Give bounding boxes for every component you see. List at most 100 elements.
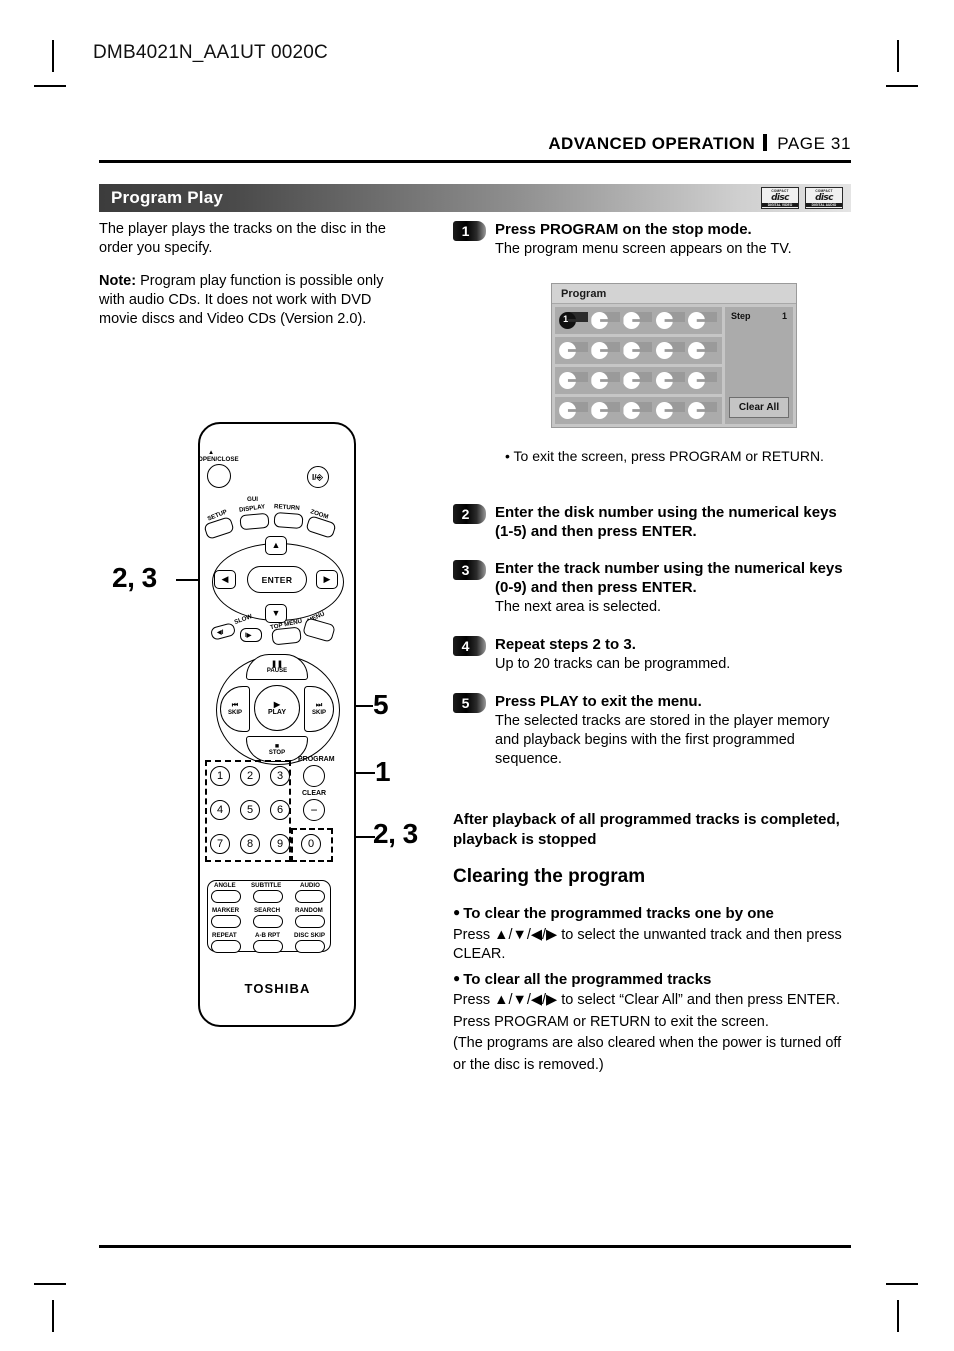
section-title: ADVANCED OPERATION (548, 134, 756, 153)
program-cell[interactable] (623, 370, 653, 391)
program-cell[interactable] (591, 370, 621, 391)
program-cell-number: 1 (563, 314, 569, 324)
power-icon: I/⎆ (312, 473, 323, 482)
subtitle-label: SUBTITLE (251, 882, 282, 889)
step-4: 4 Repeat steps 2 to 3. Up to 20 tracks c… (453, 635, 851, 674)
cd-audio-logo-bottom: DIGITAL AUDIO (806, 203, 842, 207)
ab-rpt-button[interactable] (253, 940, 283, 953)
callout-program: 1 (375, 756, 391, 787)
play-button[interactable]: ▶ PLAY (254, 685, 300, 731)
pause-label: PAUSE (266, 668, 288, 674)
program-cell[interactable] (623, 310, 653, 331)
clear-button[interactable]: − (303, 799, 325, 821)
clear-all-button[interactable]: Clear All (729, 397, 789, 418)
clear-label: CLEAR (302, 790, 327, 797)
program-cell-selected[interactable]: 1 (559, 310, 589, 331)
callout-enter: 2, 3 (112, 562, 157, 593)
subtitle-button[interactable] (253, 890, 283, 903)
keypad-highlight-zero (291, 828, 333, 862)
page-number-label: PAGE 31 (777, 134, 851, 153)
bullet-dot-icon: ● (453, 905, 461, 919)
search-button[interactable] (253, 915, 283, 928)
step-4-title: Repeat steps 2 to 3. (495, 636, 636, 653)
top-menu-button[interactable] (271, 626, 302, 646)
program-cell[interactable] (687, 340, 718, 361)
skip-back-icon: ⏮ (231, 702, 239, 709)
step-2: 2 Enter the disk number using the numeri… (453, 503, 851, 541)
cd-video-logo: COMPACT disc DIGITAL VIDEO (761, 187, 799, 209)
page-title: Program Play (111, 188, 224, 207)
program-cell[interactable] (591, 340, 621, 361)
program-button[interactable] (303, 765, 325, 787)
program-cell[interactable] (655, 310, 686, 331)
crop-mark-top-right-h (886, 85, 918, 87)
angle-label: ANGLE (214, 882, 236, 889)
step-1-body: The program menu screen appears on the T… (495, 241, 792, 257)
step-3-title: Enter the track number using the numeric… (495, 560, 843, 596)
random-button[interactable] (295, 915, 325, 928)
pause-icon: ❚❚ (271, 661, 283, 668)
program-cell[interactable] (591, 310, 621, 331)
program-cell[interactable] (623, 400, 653, 421)
program-cell[interactable] (687, 370, 718, 391)
open-close-button[interactable] (207, 464, 231, 488)
program-menu-body: 1 Step 1 Clear All (552, 304, 796, 427)
dpad-up-button[interactable]: ▲ (265, 536, 287, 555)
search-label: SEARCH (254, 907, 281, 914)
program-cell[interactable] (655, 370, 686, 391)
program-track-grid: 1 (555, 307, 722, 424)
marker-button[interactable] (211, 915, 241, 928)
skip-forward-label: SKIP (311, 710, 326, 716)
repeat-button[interactable] (211, 940, 241, 953)
intro-paragraph: The player plays the tracks on the disc … (99, 221, 386, 256)
dpad-right-button[interactable]: ▶ (316, 570, 338, 589)
angle-button[interactable] (211, 890, 241, 903)
return-button[interactable] (273, 512, 304, 529)
audio-label: AUDIO (300, 882, 320, 889)
crop-mark-bottom-right-h (886, 1283, 918, 1285)
enter-button[interactable]: ENTER (247, 566, 307, 593)
program-cell[interactable] (687, 310, 718, 331)
disc-logo-row: COMPACT disc DIGITAL VIDEO COMPACT disc … (761, 187, 843, 209)
stop-icon: ■ (274, 742, 280, 750)
skip-back-label: SKIP (227, 710, 242, 716)
program-cell[interactable] (559, 400, 589, 421)
program-cell[interactable] (559, 370, 589, 391)
clearing-body: ● To clear the programmed tracks one by o… (453, 899, 853, 1077)
clearing-body-one: Press ▲/▼/◀/▶ to select the unwanted tra… (453, 926, 842, 963)
step-1-badge: 1 (453, 221, 486, 241)
pause-button[interactable]: ❚❚ PAUSE (246, 654, 308, 680)
program-cell[interactable] (655, 400, 686, 421)
audio-button[interactable] (295, 890, 325, 903)
program-cell[interactable] (655, 340, 686, 361)
note-text: Program play function is possible only w… (99, 273, 384, 327)
program-track-row (555, 397, 722, 424)
program-cell[interactable] (687, 400, 718, 421)
clearing-body-two-line2: Press PROGRAM or RETURN to exit the scre… (453, 1013, 769, 1030)
program-step-value: 1 (781, 311, 787, 321)
program-track-row (555, 367, 722, 394)
step-5: 5 Press PLAY to exit the menu. The selec… (453, 692, 851, 769)
step-1: 1 Press PROGRAM on the stop mode. The pr… (453, 220, 851, 259)
clearing-heading: Clearing the program (453, 866, 646, 887)
gui-display-button[interactable] (239, 512, 270, 531)
program-cell[interactable] (623, 340, 653, 361)
step-5-title: Press PLAY to exit the menu. (495, 693, 702, 710)
clearing-body-two-line1: Press ▲/▼/◀/▶ to select “Clear All” and … (453, 992, 841, 1008)
slow-forward-icon: I▶ (245, 632, 252, 639)
program-track-row: 1 (555, 307, 722, 334)
program-cell[interactable] (591, 400, 621, 421)
footer-rule (99, 1245, 851, 1248)
step-4-badge: 4 (453, 636, 486, 656)
step-3-badge: 3 (453, 560, 486, 580)
program-track-row (555, 337, 722, 364)
header-divider (763, 134, 768, 151)
dpad-down-button[interactable]: ▼ (265, 604, 287, 623)
dpad-left-button[interactable]: ◀ (214, 570, 236, 589)
program-cell[interactable] (559, 340, 589, 361)
minus-icon: − (310, 803, 318, 817)
disc-skip-button[interactable] (295, 940, 325, 953)
repeat-label: REPEAT (212, 932, 237, 939)
clearing-body-two-line4: or the disc is removed.) (453, 1056, 604, 1073)
clearing-bullet-one: ● To clear the programmed tracks one by o… (453, 903, 853, 924)
